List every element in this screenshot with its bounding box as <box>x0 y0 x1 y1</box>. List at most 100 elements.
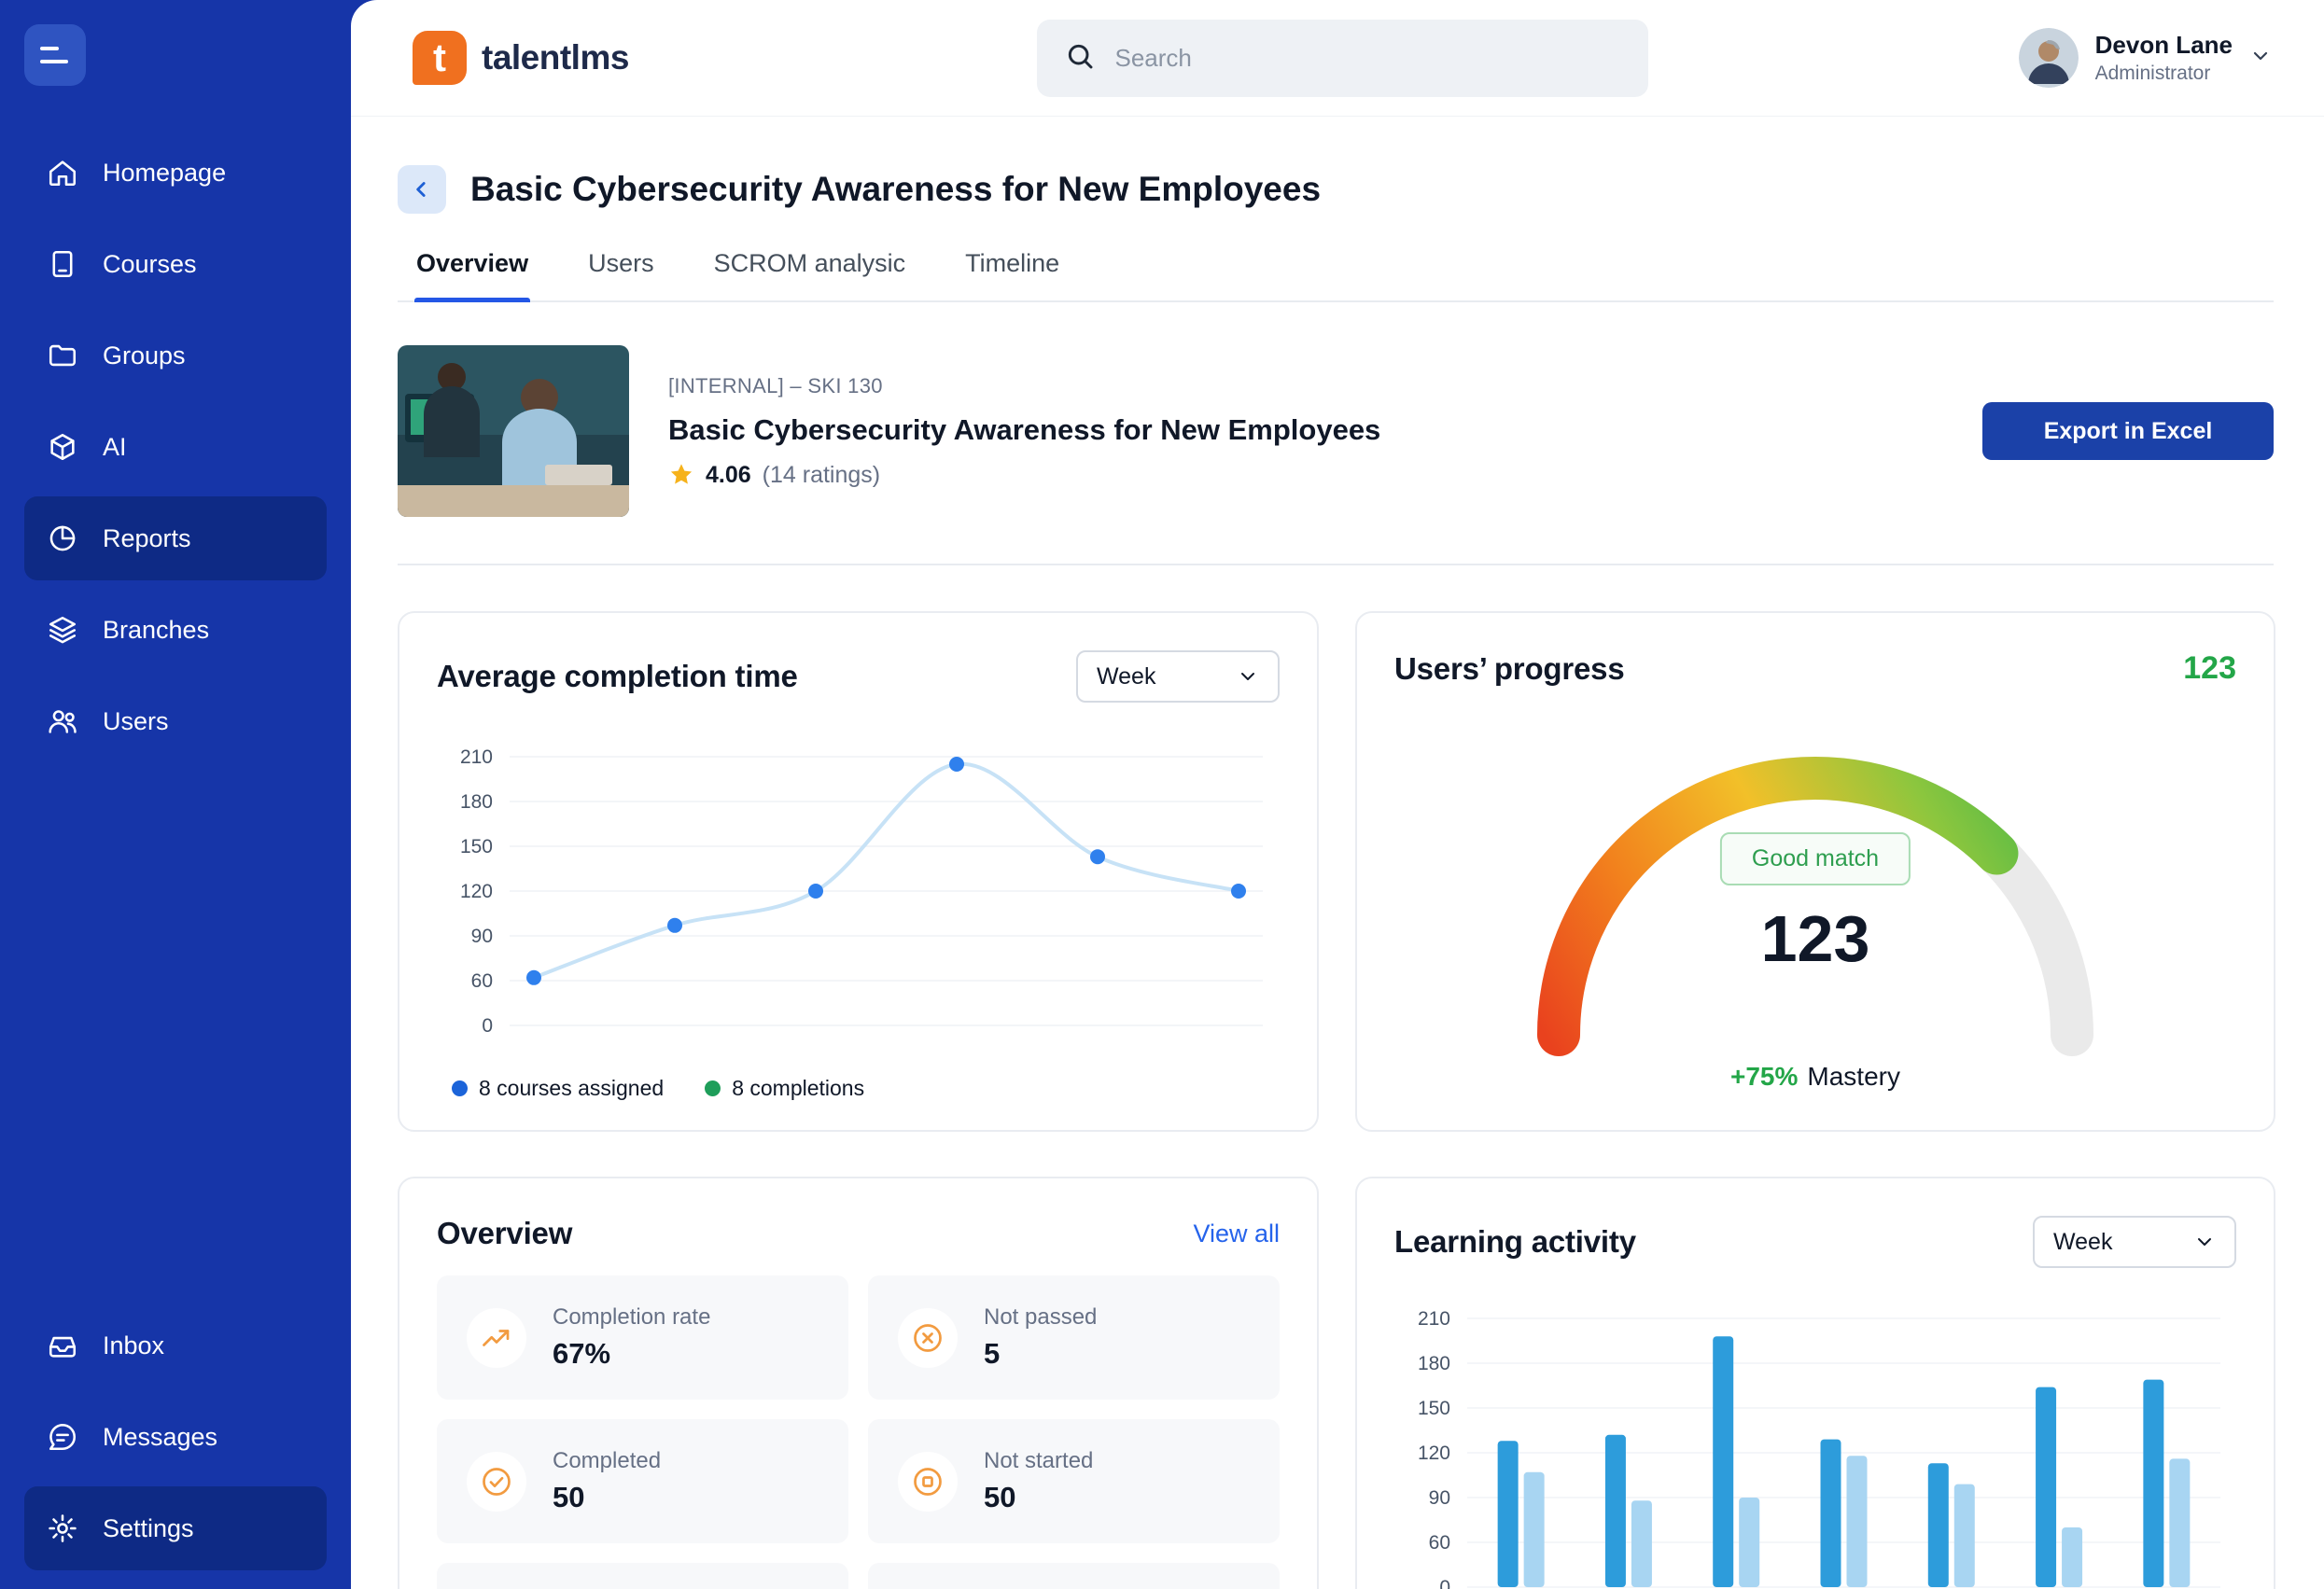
card-title: Average completion time <box>437 659 798 694</box>
sidebar-item-label: Inbox <box>103 1331 164 1360</box>
legend-item: 8 courses assigned <box>452 1076 664 1101</box>
users-count: 123 <box>2183 650 2236 687</box>
sidebar-item-label: Branches <box>103 616 209 645</box>
ai-cube-icon <box>47 431 78 463</box>
sidebar-item-users[interactable]: Users <box>24 679 327 763</box>
completion-period-select[interactable]: Week <box>1076 650 1280 703</box>
svg-text:120: 120 <box>1418 1443 1450 1464</box>
view-all-link[interactable]: View all <box>1193 1220 1280 1248</box>
search-input[interactable] <box>1113 43 1620 74</box>
sidebar-item-courses[interactable]: Courses <box>24 222 327 306</box>
export-excel-button[interactable]: Export in Excel <box>1982 402 2274 460</box>
course-info: [INTERNAL] – SKI 130 Basic Cybersecurity… <box>668 374 1380 489</box>
brand: t talentlms <box>413 31 1037 85</box>
sidebar-item-messages[interactable]: Messages <box>24 1395 327 1479</box>
overview-card: Overview View all Completion rate67% Not … <box>398 1177 1319 1589</box>
sidebar-item-inbox[interactable]: Inbox <box>24 1303 327 1387</box>
stat-label: Completed <box>553 1448 661 1474</box>
topbar: t talentlms Devon Lane Administrator <box>351 0 2324 117</box>
course-thumbnail <box>398 345 629 517</box>
app-root: Homepage Courses Groups AI Reports Branches Us… <box>0 0 2324 1589</box>
search-icon <box>1065 41 1095 76</box>
card-title: Overview <box>437 1216 572 1251</box>
stat-completed: Completed 50 <box>437 1419 848 1543</box>
sidebar-item-label: Groups <box>103 341 186 370</box>
sidebar-item-reports[interactable]: Reports <box>24 496 327 580</box>
svg-text:150: 150 <box>1418 1398 1450 1419</box>
chevron-down-icon <box>2249 45 2272 72</box>
stat-label: Completion rate <box>553 1304 710 1331</box>
period-value: Week <box>1097 663 1155 690</box>
chevron-down-icon <box>2193 1231 2216 1253</box>
folder-icon <box>47 340 78 371</box>
reports-pie-icon <box>47 523 78 554</box>
sidebar-item-branches[interactable]: Branches <box>24 588 327 672</box>
learning-activity-card: Learning activity Week 06090120150180210 <box>1355 1177 2275 1589</box>
svg-text:60: 60 <box>471 970 493 992</box>
sidebar-item-label: Courses <box>103 250 197 279</box>
sidebar-bottom-nav: Inbox Messages Settings <box>17 1300 334 1574</box>
sidebar-item-label: Homepage <box>103 159 226 188</box>
stat-label: Not started <box>984 1448 1093 1474</box>
tab-overview[interactable]: Overview <box>414 245 530 300</box>
search-bar[interactable] <box>1037 20 1648 97</box>
sidebar: Homepage Courses Groups AI Reports Branches Us… <box>0 0 351 1589</box>
svg-text:90: 90 <box>1429 1487 1450 1509</box>
sidebar-item-label: Settings <box>103 1514 194 1543</box>
stop-circle-icon <box>898 1452 958 1512</box>
menu-button[interactable] <box>24 24 86 86</box>
user-menu[interactable]: Devon Lane Administrator <box>2019 28 2272 88</box>
sidebar-item-homepage[interactable]: Homepage <box>24 131 327 215</box>
svg-text:210: 210 <box>1418 1308 1450 1330</box>
x-circle-icon <box>898 1308 958 1368</box>
card-header: Overview View all <box>437 1216 1280 1251</box>
tab-timeline[interactable]: Timeline <box>963 245 1061 300</box>
stat-label: Not passed <box>984 1304 1097 1331</box>
activity-period-select[interactable]: Week <box>2033 1216 2236 1268</box>
sidebar-item-groups[interactable]: Groups <box>24 314 327 397</box>
stat-completion-rate: Completion rate67% <box>437 1275 848 1400</box>
sidebar-item-label: Messages <box>103 1423 217 1452</box>
svg-text:0: 0 <box>482 1015 493 1037</box>
user-name: Devon Lane <box>2095 31 2233 60</box>
trend-up-icon <box>467 1308 526 1368</box>
chart-legend: 8 courses assigned 8 completions <box>437 1076 1280 1101</box>
chevron-left-icon <box>410 177 434 202</box>
rating-count: (14 ratings) <box>763 462 880 489</box>
svg-text:180: 180 <box>460 791 493 813</box>
sidebar-item-label: AI <box>103 433 127 462</box>
gear-icon <box>47 1512 78 1544</box>
courses-icon <box>47 248 78 280</box>
card-header: Learning activity Week <box>1394 1216 2236 1268</box>
tab-users[interactable]: Users <box>586 245 656 300</box>
legend-label: 8 completions <box>732 1076 864 1101</box>
svg-text:150: 150 <box>460 836 493 857</box>
mastery-label: Mastery <box>1807 1062 1900 1091</box>
card-header: Users’ progress 123 <box>1394 650 2236 687</box>
chevron-down-icon <box>1237 665 1259 688</box>
course-title: Basic Cybersecurity Awareness for New Em… <box>668 413 1380 447</box>
sidebar-item-label: Reports <box>103 524 191 553</box>
gauge-wrap: Good match 123 +75%Mastery <box>1394 694 2236 1125</box>
stat-tile-partial <box>868 1563 1280 1589</box>
match-badge: Good match <box>1720 832 1911 885</box>
main-area: t talentlms Devon Lane Administrator <box>351 0 2324 1589</box>
title-row: Basic Cybersecurity Awareness for New Em… <box>398 165 2274 214</box>
rating-value: 4.06 <box>706 462 751 489</box>
cards-grid: Average completion time Week 0 60 90 120 150… <box>398 611 2274 1589</box>
sidebar-spacer <box>17 767 334 1300</box>
brand-initial: t <box>433 35 446 80</box>
back-button[interactable] <box>398 165 446 214</box>
sidebar-item-settings[interactable]: Settings <box>24 1486 327 1570</box>
card-header: Average completion time Week <box>437 650 1280 703</box>
sidebar-item-ai[interactable]: AI <box>24 405 327 489</box>
svg-text:0: 0 <box>1439 1577 1450 1589</box>
inbox-icon <box>47 1330 78 1361</box>
gauge-value: 123 <box>1761 901 1870 976</box>
svg-text:210: 210 <box>460 746 493 768</box>
content: Basic Cybersecurity Awareness for New Em… <box>351 117 2324 1589</box>
stat-value: 5 <box>984 1337 1097 1371</box>
stat-value: 50 <box>553 1481 661 1514</box>
tab-scrom-analysic[interactable]: SCROM analysic <box>712 245 908 300</box>
mastery-caption: +75%Mastery <box>1730 1062 1900 1092</box>
